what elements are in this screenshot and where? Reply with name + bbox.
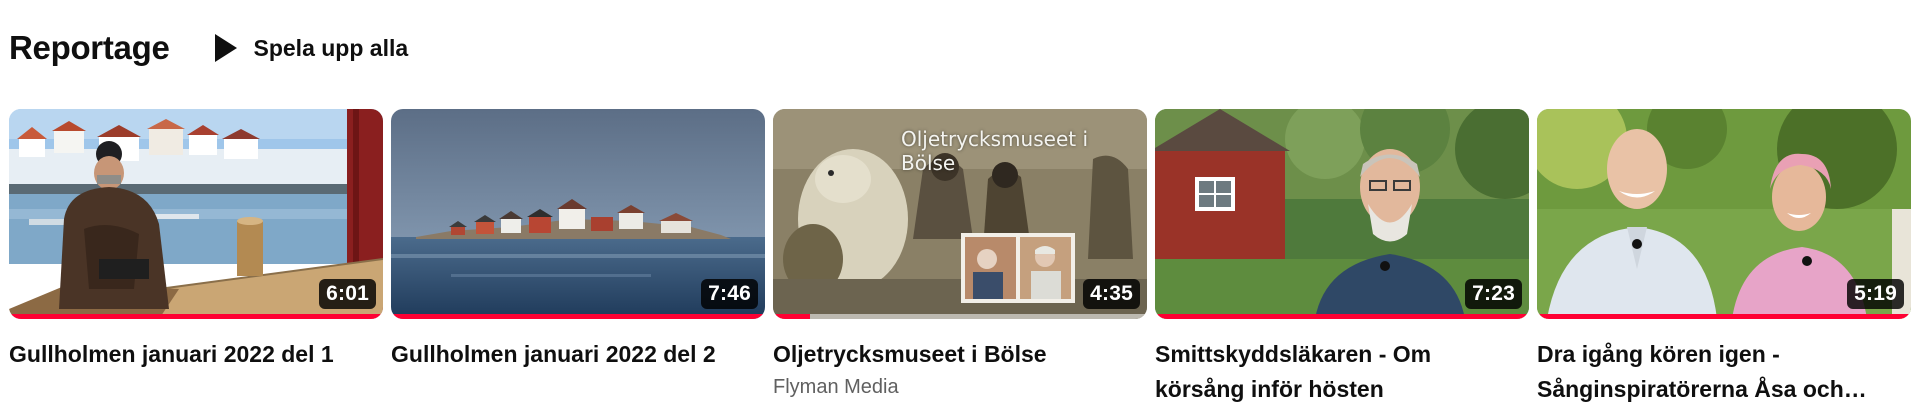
- video-title[interactable]: Gullholmen januari 2022 del 2: [391, 337, 757, 372]
- video-title[interactable]: Oljetrycksmuseet i Bölse: [773, 337, 1139, 372]
- video-shelf: 6:01 Gullholmen januari 2022 del 1 7:46 …: [9, 109, 1920, 418]
- video-thumbnail[interactable]: 5:19: [1537, 109, 1911, 319]
- video-thumbnail[interactable]: 7:23: [1155, 109, 1529, 319]
- video-thumbnail[interactable]: Oljetrycksmuseet i Bölse 4:35: [773, 109, 1147, 319]
- video-thumbnail[interactable]: 7:46: [391, 109, 765, 319]
- duration-badge: 7:46: [701, 279, 758, 309]
- play-all-button[interactable]: Spela upp alla: [214, 26, 409, 70]
- video-card[interactable]: 5:19 Dra igång kören igen - Sånginspirat…: [1537, 109, 1911, 407]
- watch-progress-fill: [9, 314, 383, 319]
- duration-badge: 6:01: [319, 279, 376, 309]
- duration-badge: 5:19: [1847, 279, 1904, 309]
- channel-name[interactable]: Flyman Media: [773, 376, 1147, 399]
- shelf-header: Reportage Spela upp alla: [9, 26, 408, 70]
- watch-progress-fill: [391, 314, 765, 319]
- shelf-title: Reportage: [9, 29, 170, 66]
- duration-badge: 7:23: [1465, 279, 1522, 309]
- watch-progress-track: [1155, 314, 1529, 319]
- video-card[interactable]: 7:46 Gullholmen januari 2022 del 2: [391, 109, 765, 372]
- video-thumbnail[interactable]: 6:01: [9, 109, 383, 319]
- watch-progress-track: [391, 314, 765, 319]
- video-title[interactable]: Smittskyddsläkaren - Om körsång inför hö…: [1155, 337, 1521, 407]
- video-card[interactable]: 6:01 Gullholmen januari 2022 del 1: [9, 109, 383, 372]
- watch-progress-track: [773, 314, 1147, 319]
- video-card[interactable]: Oljetrycksmuseet i Bölse 4:35 Oljetrycks…: [773, 109, 1147, 399]
- duration-badge: 4:35: [1083, 279, 1140, 309]
- video-card[interactable]: 7:23 Smittskyddsläkaren - Om körsång inf…: [1155, 109, 1529, 407]
- watch-progress-fill: [1537, 314, 1911, 319]
- thumbnail-overlay-text: Oljetrycksmuseet i Bölse: [901, 127, 1089, 175]
- watch-progress-fill: [1155, 314, 1529, 319]
- play-triangle-icon: [214, 34, 237, 62]
- play-all-label: Spela upp alla: [253, 34, 409, 61]
- video-title[interactable]: Gullholmen januari 2022 del 1: [9, 337, 375, 372]
- watch-progress-fill: [773, 314, 811, 319]
- watch-progress-track: [1537, 314, 1911, 319]
- video-title[interactable]: Dra igång kören igen - Sånginspiratörern…: [1537, 337, 1903, 407]
- watch-progress-track: [9, 314, 383, 319]
